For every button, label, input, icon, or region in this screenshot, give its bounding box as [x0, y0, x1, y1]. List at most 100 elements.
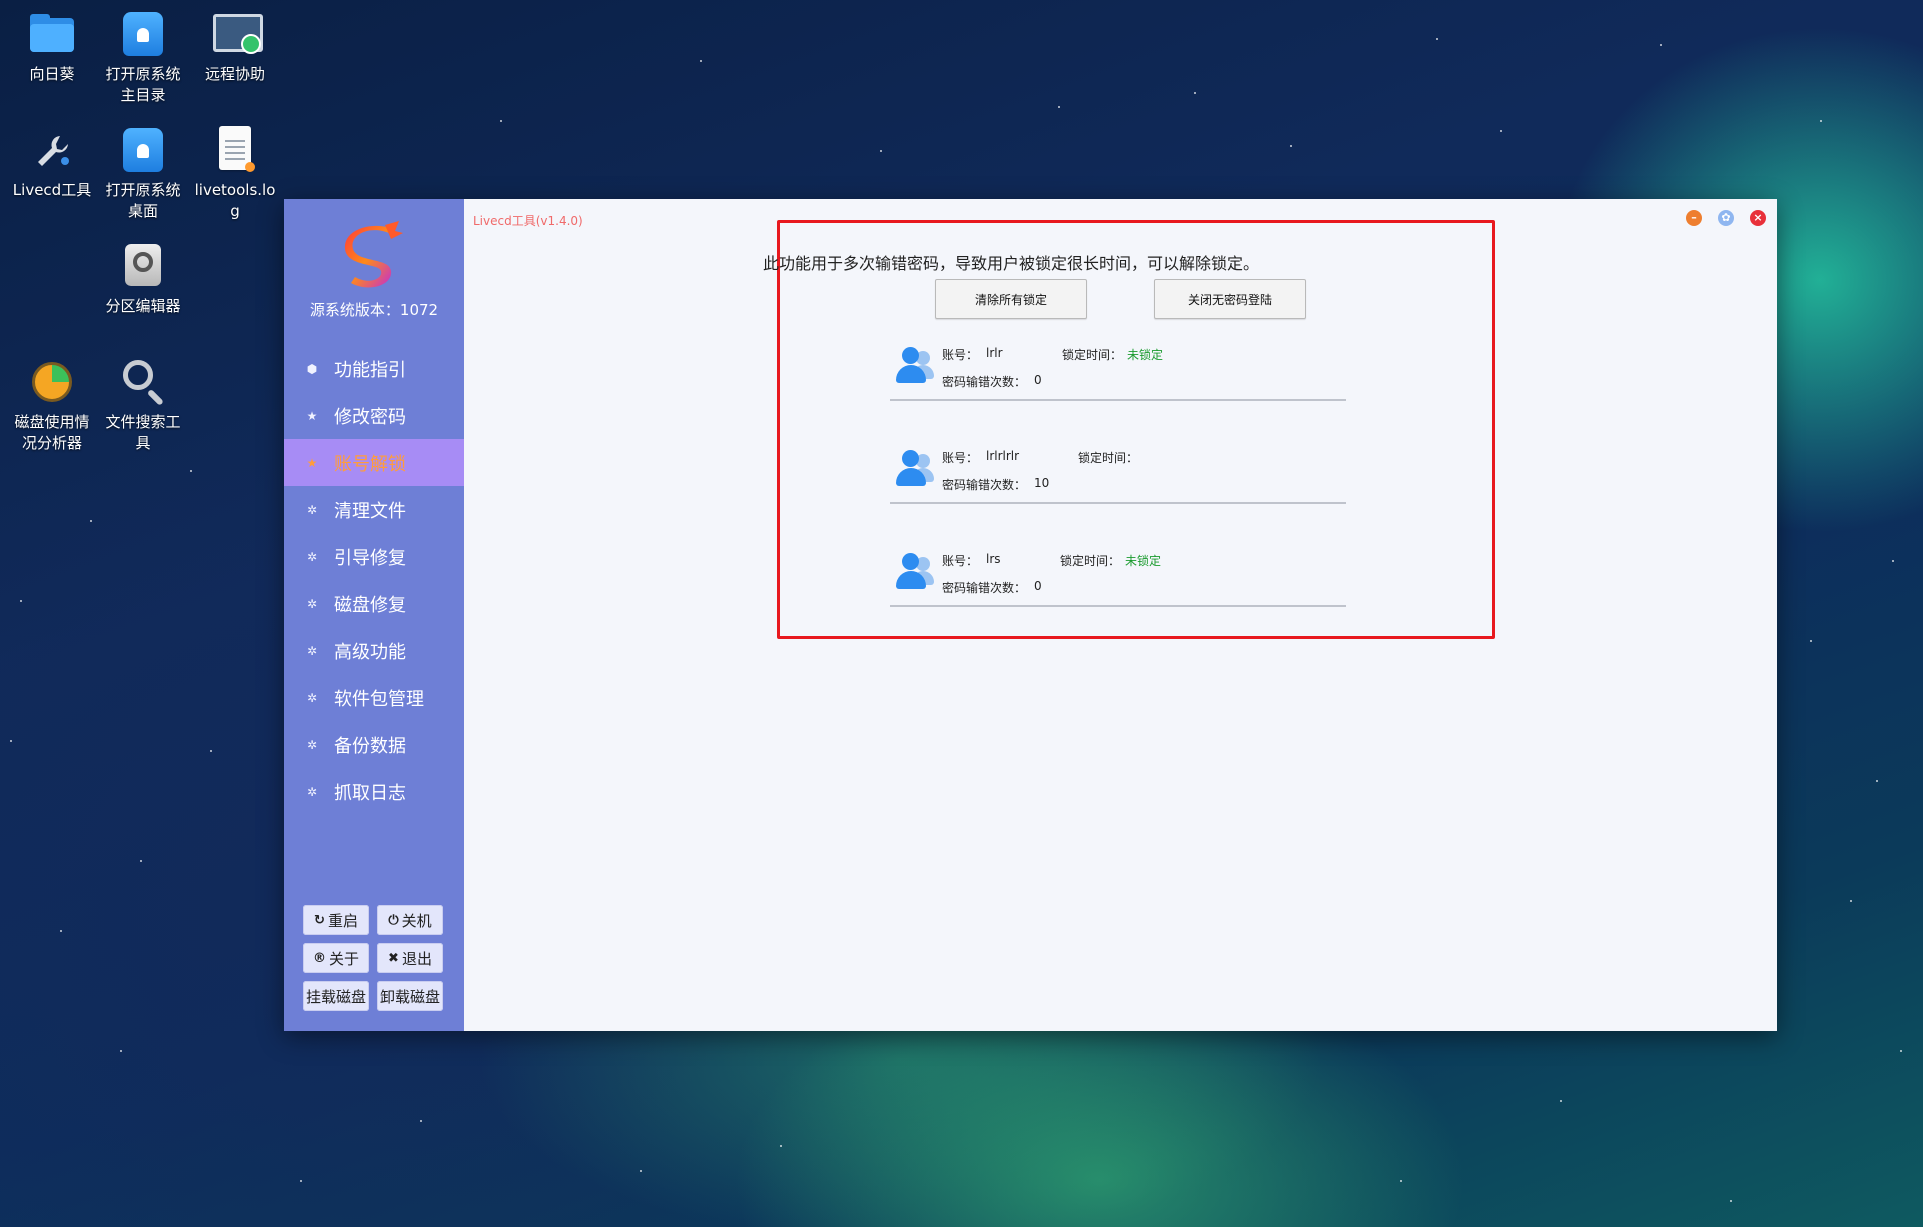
desktop-icon-livecd[interactable]: Livecd工具 — [10, 124, 94, 201]
restart-button[interactable]: ↻ 重启 — [303, 905, 369, 935]
desktop-icon-label: 打开原系统主目录 — [105, 65, 181, 104]
desktop-icon-file-search[interactable]: 文件搜索工具 — [101, 356, 185, 454]
nav-item-collect-logs[interactable]: ✲ 抓取日志 — [284, 768, 464, 815]
sidebar-nav: ⬢ 功能指引 ★ 修改密码 ★ 账号解锁 ✲ 清理文件 ✲ 引导修复 ✲ 磁盘修… — [284, 345, 464, 815]
close-icon: ✖ — [388, 950, 399, 966]
user-row: 账号： lrlrlrlr 锁定时间： 密码输错次数： 10 — [890, 442, 1346, 504]
desktop-icon-label: 分区编辑器 — [105, 297, 181, 315]
nav-item-change-password[interactable]: ★ 修改密码 — [284, 392, 464, 439]
remote-desktop-icon — [209, 8, 263, 60]
unmount-disk-label: 卸载磁盘 — [379, 987, 440, 1006]
shutdown-button[interactable]: ⏻ 关机 — [377, 905, 443, 935]
nav-item-label: 抓取日志 — [334, 782, 406, 804]
user-row: 账号： lrlr 锁定时间： 未锁定 密码输错次数： 0 — [890, 339, 1346, 401]
user-avatar-icon — [894, 551, 934, 591]
source-version: 源系统版本：1072 — [309, 301, 439, 319]
desktop-icon-remote-assist[interactable]: 远程协助 — [193, 8, 277, 85]
account-value: lrs — [986, 552, 1001, 566]
minimize-button[interactable]: – — [1686, 210, 1702, 226]
pie-chart-icon — [26, 356, 78, 408]
lock-time-label: 锁定时间： — [1060, 554, 1121, 568]
disk-icon — [117, 240, 169, 292]
lock-status: 未锁定 — [1127, 348, 1164, 362]
nav-item-label: 软件包管理 — [334, 688, 424, 710]
lock-time-label: 锁定时间： — [1062, 348, 1123, 362]
text-file-icon — [209, 124, 261, 176]
unmount-disk-button[interactable]: 卸载磁盘 — [377, 981, 443, 1011]
clear-all-locks-button[interactable]: 清除所有锁定 — [935, 279, 1087, 319]
desktop-icon-open-home[interactable]: 打开原系统主目录 — [101, 8, 185, 106]
desktop-icon-label: 远程协助 — [204, 65, 265, 83]
nav-item-advanced[interactable]: ✲ 高级功能 — [284, 627, 464, 674]
desktop-icon-sunlogin[interactable]: 向日葵 — [10, 8, 94, 85]
desktop-icon-log-file[interactable]: livetools.log — [193, 124, 277, 222]
disable-passwordless-login-button[interactable]: 关闭无密码登陆 — [1154, 279, 1306, 319]
home-folder-icon — [117, 8, 169, 60]
nav-item-label: 备份数据 — [334, 735, 406, 757]
user-row: 账号： lrs 锁定时间： 未锁定 密码输错次数： 0 — [890, 545, 1346, 607]
nav-item-label: 高级功能 — [334, 641, 406, 663]
nav-item-disk-repair[interactable]: ✲ 磁盘修复 — [284, 580, 464, 627]
settings-button[interactable]: ✿ — [1718, 210, 1734, 226]
account-label: 账号： — [942, 348, 979, 362]
exit-button[interactable]: ✖ 退出 — [377, 943, 443, 973]
account-value: lrlr — [986, 346, 1003, 360]
nav-item-label: 引导修复 — [334, 547, 406, 569]
gear-icon: ✲ — [306, 502, 318, 517]
exit-label: 退出 — [401, 949, 432, 968]
nav-item-package-manager[interactable]: ✲ 软件包管理 — [284, 674, 464, 721]
restart-icon: ↻ — [314, 912, 325, 928]
account-label: 账号： — [942, 451, 979, 465]
desktop-icon-label: 文件搜索工具 — [105, 413, 181, 452]
user-avatar-icon — [894, 448, 934, 488]
nav-item-label: 清理文件 — [334, 500, 406, 522]
desktop-icon-partition-editor[interactable]: 分区编辑器 — [101, 240, 185, 317]
gear-icon: ✲ — [306, 596, 318, 611]
desktop-icon-open-desktop[interactable]: 打开原系统桌面 — [101, 124, 185, 222]
error-count-value: 0 — [1034, 373, 1042, 387]
cube-icon: ⬢ — [306, 361, 318, 376]
mount-disk-button[interactable]: 挂载磁盘 — [303, 981, 369, 1011]
desktop-icon-label: 打开原系统桌面 — [105, 181, 181, 220]
wrench-icon — [26, 124, 78, 176]
registered-icon: ® — [312, 950, 326, 966]
gear-icon: ✲ — [306, 784, 318, 799]
error-count-label: 密码输错次数： — [942, 375, 1027, 389]
close-button[interactable]: × — [1750, 210, 1766, 226]
account-value: lrlrlrlr — [986, 449, 1020, 463]
error-count-label: 密码输错次数： — [942, 581, 1027, 595]
nav-item-boot-repair[interactable]: ✲ 引导修复 — [284, 533, 464, 580]
nav-item-clean-files[interactable]: ✲ 清理文件 — [284, 486, 464, 533]
window-title: Livecd工具(v1.4.0) — [473, 214, 583, 228]
feature-description: 此功能用于多次输错密码，导致用户被锁定很长时间，可以解除锁定。 — [762, 254, 1259, 273]
nav-item-label: 账号解锁 — [334, 453, 406, 475]
desktop-icon-label: livetools.log — [194, 181, 276, 220]
gear-icon: ✲ — [306, 643, 318, 658]
about-button[interactable]: ® 关于 — [303, 943, 369, 973]
mount-disk-label: 挂载磁盘 — [305, 987, 366, 1006]
lock-time-label: 锁定时间： — [1078, 451, 1139, 465]
desktop-icon-label: 磁盘使用情况分析器 — [14, 413, 90, 452]
nav-item-account-unlock[interactable]: ★ 账号解锁 — [284, 439, 464, 486]
nav-item-backup[interactable]: ✲ 备份数据 — [284, 721, 464, 768]
error-count-value: 10 — [1034, 476, 1050, 490]
gear-icon: ✲ — [306, 737, 318, 752]
desktop-icon-disk-usage[interactable]: 磁盘使用情况分析器 — [10, 356, 94, 454]
nav-item-guide[interactable]: ⬢ 功能指引 — [284, 345, 464, 392]
lock-status: 未锁定 — [1125, 554, 1162, 568]
gear-icon: ✲ — [306, 549, 318, 564]
sidebar: 源系统版本：1072 ⬢ 功能指引 ★ 修改密码 ★ 账号解锁 ✲ 清理文件 ✲… — [284, 199, 464, 1031]
star-icon: ★ — [306, 408, 318, 423]
user-avatar-icon — [894, 345, 934, 385]
desktop-folder-icon — [117, 124, 169, 176]
account-label: 账号： — [942, 554, 979, 568]
star-icon: ★ — [306, 455, 318, 470]
desktop-icon-label: 向日葵 — [29, 65, 75, 83]
error-count-value: 0 — [1034, 579, 1042, 593]
power-icon: ⏻ — [388, 912, 399, 928]
shutdown-label: 关机 — [401, 911, 432, 930]
error-count-label: 密码输错次数： — [942, 478, 1027, 492]
restart-label: 重启 — [327, 911, 358, 930]
desktop-icon-label: Livecd工具 — [12, 181, 92, 199]
livecd-tool-window: 源系统版本：1072 ⬢ 功能指引 ★ 修改密码 ★ 账号解锁 ✲ 清理文件 ✲… — [284, 199, 1777, 1031]
